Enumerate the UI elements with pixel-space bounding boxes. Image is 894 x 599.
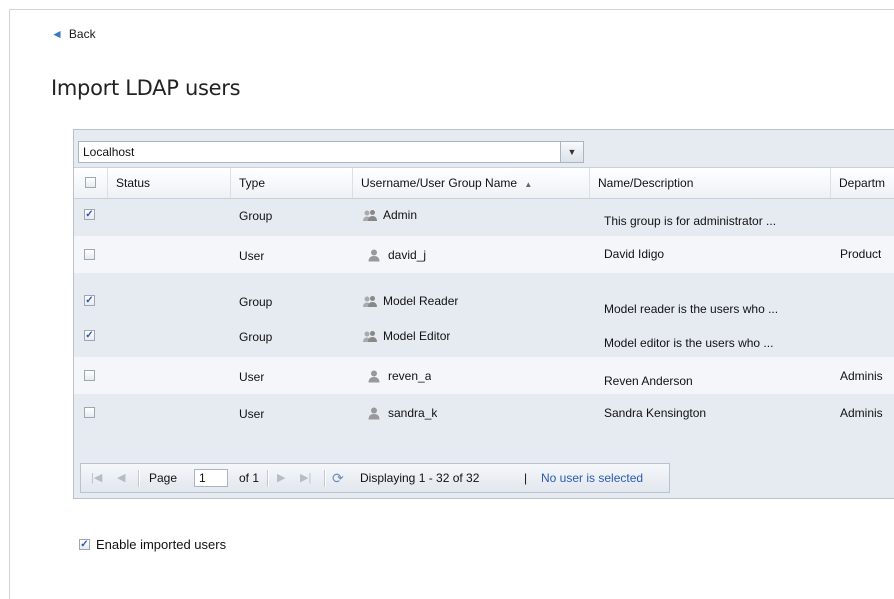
row-checkbox[interactable]: ✓: [84, 330, 95, 341]
row-description: Sandra Kensington: [604, 406, 707, 420]
user-icon: [368, 249, 380, 262]
chevron-down-icon[interactable]: ▼: [560, 142, 583, 162]
enable-imported-users[interactable]: ✓ Enable imported users: [79, 537, 226, 552]
table-row[interactable]: User david_j David Idigo Product: [74, 236, 894, 273]
select-all-checkbox[interactable]: [85, 177, 96, 188]
grid-header: Status Type Username/User Group Name ▲ N…: [74, 167, 894, 199]
column-header-type[interactable]: Type: [231, 168, 353, 198]
row-description: Model editor is the users who ...: [604, 336, 774, 350]
row-username: david_j: [388, 248, 427, 262]
group-icon: [363, 210, 377, 222]
previous-page-icon[interactable]: ◀: [117, 464, 125, 492]
group-icon: [363, 296, 377, 308]
user-icon: [368, 370, 380, 383]
toolbar-separator: [324, 470, 326, 487]
row-username: reven_a: [388, 369, 432, 383]
selection-status: No user is selected: [541, 471, 644, 485]
row-checkbox[interactable]: [84, 249, 95, 260]
row-description: David Idigo: [604, 247, 665, 261]
toolbar-separator: [138, 470, 140, 487]
row-checkbox[interactable]: [84, 407, 95, 418]
select-all-header: [74, 168, 108, 198]
enable-imported-checkbox[interactable]: ✓: [79, 539, 90, 550]
group-icon: [363, 331, 377, 343]
first-page-icon[interactable]: |◀: [91, 464, 102, 492]
row-username: sandra_k: [388, 406, 438, 420]
toolbar-separator: [267, 470, 269, 487]
page-number-input[interactable]: 1: [194, 469, 228, 487]
ldap-server-select[interactable]: Localhost ▼: [78, 141, 584, 163]
row-checkbox[interactable]: ✓: [84, 295, 95, 306]
table-row[interactable]: User reven_a Reven Anderson Adminis: [74, 357, 894, 394]
sort-ascending-icon: ▲: [524, 180, 533, 189]
table-row[interactable]: ✓ Group Model Reader Model reader is the…: [74, 285, 894, 322]
row-type: Group: [239, 295, 273, 309]
back-label: Back: [68, 27, 96, 41]
back-link[interactable]: ◄ Back: [51, 27, 96, 41]
pager-divider: |: [524, 471, 528, 485]
column-header-username[interactable]: Username/User Group Name ▲: [353, 168, 590, 198]
next-page-icon[interactable]: ▶: [277, 464, 285, 492]
row-username: Admin: [383, 208, 418, 222]
ldap-server-value: Localhost: [83, 145, 135, 159]
row-type: User: [239, 370, 265, 384]
column-header-status[interactable]: Status: [108, 168, 231, 198]
column-header-department[interactable]: Departm: [831, 168, 894, 198]
row-checkbox[interactable]: [84, 370, 95, 381]
page-title: Import LDAP users: [51, 76, 241, 100]
enable-imported-label: Enable imported users: [96, 537, 227, 552]
row-checkbox[interactable]: ✓: [84, 209, 95, 220]
users-grid-panel: Localhost ▼ Status Type Username/User Gr…: [73, 129, 894, 499]
row-description: Model reader is the users who ...: [604, 302, 779, 316]
refresh-icon[interactable]: ⟳: [332, 464, 344, 492]
row-department: Product: [840, 247, 882, 261]
column-header-name[interactable]: Name/Description: [590, 168, 831, 198]
row-department: Adminis: [840, 406, 883, 420]
row-type: User: [239, 249, 265, 263]
back-arrow-icon: ◄: [51, 27, 63, 41]
table-row[interactable]: ✓ Group Admin This group is for administ…: [74, 199, 894, 236]
row-description: Reven Anderson: [604, 374, 693, 388]
row-username: Model Editor: [383, 329, 451, 343]
row-type: Group: [239, 209, 273, 223]
paging-toolbar: |◀ ◀ Page 1 of 1 ▶ ▶| ⟳ Displaying 1 - 3…: [80, 463, 670, 493]
last-page-icon[interactable]: ▶|: [300, 464, 311, 492]
row-username: Model Reader: [383, 294, 459, 308]
row-description: This group is for administrator ...: [604, 214, 777, 228]
user-icon: [368, 407, 380, 420]
row-department: Adminis: [840, 369, 883, 383]
row-type: Group: [239, 330, 273, 344]
page-label: Page: [149, 471, 178, 485]
row-type: User: [239, 407, 265, 421]
displaying-info: Displaying 1 - 32 of 32: [360, 471, 480, 485]
page-count-label: of 1: [239, 471, 260, 485]
table-row[interactable]: ✓ Group Model Editor Model editor is the…: [74, 320, 894, 357]
table-row[interactable]: User sandra_k Sandra Kensington Adminis: [74, 394, 894, 431]
